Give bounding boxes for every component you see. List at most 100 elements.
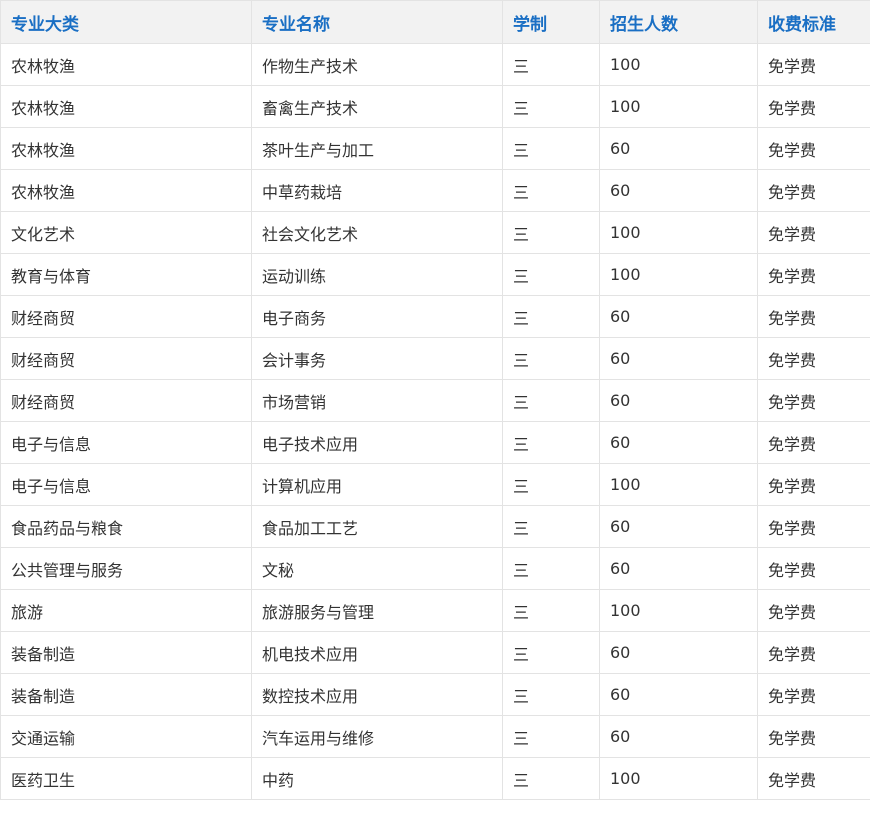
cell-enrollment: 60 [599,673,758,716]
cell-major-name: 机电技术应用 [251,631,503,674]
cell-category: 医药卫生 [0,757,252,800]
cell-duration: 三 [502,379,600,422]
table-row: 装备制造 机电技术应用三 60 免学费 [0,631,870,674]
cell-duration: 三 [502,211,600,254]
cell-fee: 免学费 [757,253,870,296]
cell-enrollment: 60 [599,379,758,422]
cell-category: 财经商贸 [0,379,252,422]
cell-fee: 免学费 [757,463,870,506]
table-header: 专业大类 专业名称 学制 招生人数 收费标准 [0,0,870,44]
table-row: 农林牧渔 畜禽生产技术三 100 免学费 [0,85,870,128]
cell-major-name: 食品加工工艺 [251,505,503,548]
cell-enrollment: 60 [599,295,758,338]
cell-category: 公共管理与服务 [0,547,252,590]
cell-fee: 免学费 [757,589,870,632]
cell-major-name: 旅游服务与管理 [251,589,503,632]
cell-category: 装备制造 [0,631,252,674]
cell-major-name: 中草药栽培 [251,169,503,212]
cell-category: 文化艺术 [0,211,252,254]
cell-enrollment: 100 [599,463,758,506]
cell-fee: 免学费 [757,85,870,128]
header-row: 专业大类 专业名称 学制 招生人数 收费标准 [0,0,870,44]
cell-major-name: 市场营销 [251,379,503,422]
cell-enrollment: 100 [599,211,758,254]
table-row: 文化艺术 社会文化艺术三 100 免学费 [0,211,870,254]
cell-major-name: 数控技术应用 [251,673,503,716]
cell-duration: 三 [502,337,600,380]
cell-enrollment: 60 [599,421,758,464]
cell-fee: 免学费 [757,631,870,674]
cell-category: 装备制造 [0,673,252,716]
cell-major-name: 计算机应用 [251,463,503,506]
cell-duration: 三 [502,463,600,506]
cell-enrollment: 60 [599,547,758,590]
table-row: 财经商贸 电子商务三 60 免学费 [0,295,870,338]
cell-enrollment: 60 [599,169,758,212]
cell-major-name: 作物生产技术 [251,43,503,86]
cell-category: 电子与信息 [0,421,252,464]
cell-fee: 免学费 [757,505,870,548]
cell-enrollment: 100 [599,757,758,800]
cell-fee: 免学费 [757,673,870,716]
cell-duration: 三 [502,85,600,128]
cell-category: 财经商贸 [0,337,252,380]
cell-major-name: 茶叶生产与加工 [251,127,503,170]
table-row: 电子与信息 计算机应用三 100 免学费 [0,463,870,506]
table-row: 交通运输 汽车运用与维修三 60 免学费 [0,715,870,758]
cell-fee: 免学费 [757,421,870,464]
table-row: 财经商贸 会计事务三 60 免学费 [0,337,870,380]
cell-major-name: 畜禽生产技术 [251,85,503,128]
table-row: 农林牧渔 中草药栽培三 60 免学费 [0,169,870,212]
table-row: 装备制造 数控技术应用三 60 免学费 [0,673,870,716]
table-row: 公共管理与服务 文秘三 60 免学费 [0,547,870,590]
cell-fee: 免学费 [757,715,870,758]
header-fee: 收费标准 [757,0,870,44]
cell-category: 农林牧渔 [0,169,252,212]
cell-enrollment: 60 [599,715,758,758]
cell-duration: 三 [502,715,600,758]
cell-major-name: 汽车运用与维修 [251,715,503,758]
cell-duration: 三 [502,673,600,716]
cell-fee: 免学费 [757,547,870,590]
cell-category: 电子与信息 [0,463,252,506]
cell-category: 农林牧渔 [0,127,252,170]
enrollment-table: 专业大类 专业名称 学制 招生人数 收费标准 农林牧渔 作物生产技术三 100 免学费… [0,0,870,800]
header-duration: 学制 [502,0,600,44]
header-enrollment: 招生人数 [599,0,758,44]
table-row: 财经商贸 市场营销三 60 免学费 [0,379,870,422]
table-row: 旅游 旅游服务与管理三 100 免学费 [0,589,870,632]
table-row: 教育与体育 运动训练三 100 免学费 [0,253,870,296]
cell-duration: 三 [502,253,600,296]
cell-fee: 免学费 [757,169,870,212]
cell-duration: 三 [502,421,600,464]
cell-fee: 免学费 [757,379,870,422]
header-major-name: 专业名称 [251,0,503,44]
table-row: 农林牧渔 作物生产技术三 100 免学费 [0,43,870,86]
cell-duration: 三 [502,589,600,632]
cell-duration: 三 [502,505,600,548]
cell-category: 交通运输 [0,715,252,758]
cell-enrollment: 100 [599,43,758,86]
table-row: 农林牧渔 茶叶生产与加工三 60 免学费 [0,127,870,170]
cell-major-name: 会计事务 [251,337,503,380]
cell-enrollment: 60 [599,505,758,548]
cell-major-name: 文秘 [251,547,503,590]
cell-enrollment: 100 [599,253,758,296]
cell-category: 旅游 [0,589,252,632]
cell-duration: 三 [502,295,600,338]
cell-major-name: 运动训练 [251,253,503,296]
cell-duration: 三 [502,631,600,674]
header-category: 专业大类 [0,0,252,44]
cell-category: 农林牧渔 [0,85,252,128]
cell-major-name: 电子商务 [251,295,503,338]
cell-category: 财经商贸 [0,295,252,338]
cell-enrollment: 60 [599,127,758,170]
cell-enrollment: 60 [599,631,758,674]
cell-duration: 三 [502,547,600,590]
table-body: 农林牧渔 作物生产技术三 100 免学费 农林牧渔 畜禽生产技术三 100 免学费 农林牧渔 茶叶… [0,43,870,800]
cell-duration: 三 [502,127,600,170]
cell-duration: 三 [502,757,600,800]
cell-fee: 免学费 [757,211,870,254]
cell-duration: 三 [502,169,600,212]
cell-category: 教育与体育 [0,253,252,296]
